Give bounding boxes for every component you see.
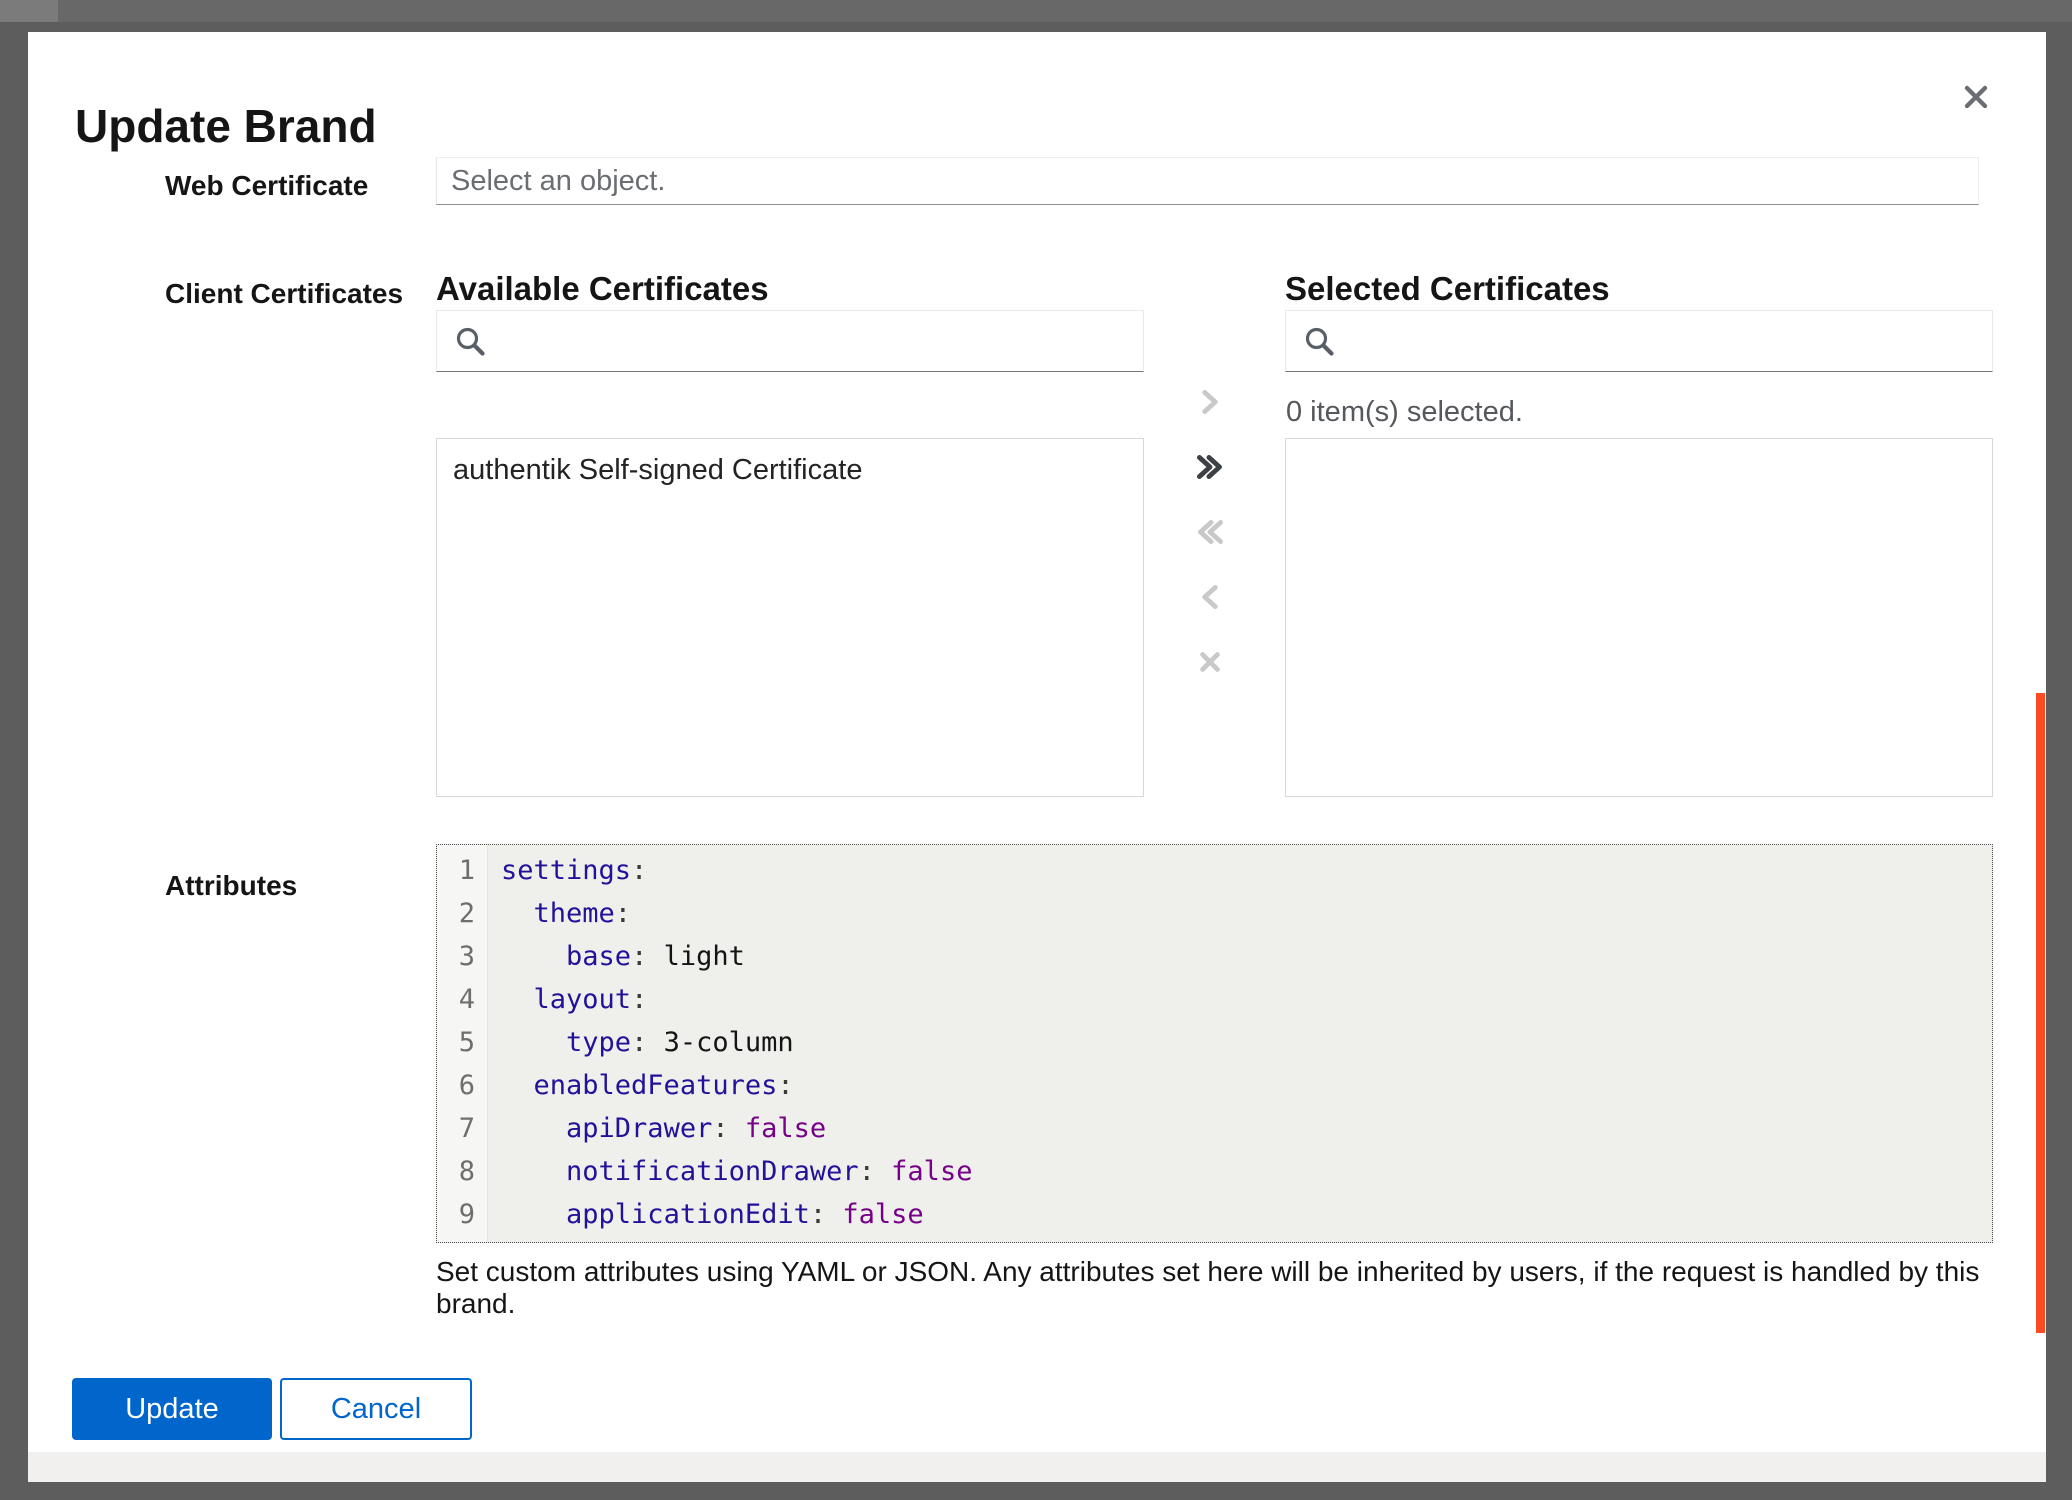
angle-right-icon: [1192, 386, 1228, 421]
code-line: 3 base: light: [437, 935, 1992, 978]
web-certificate-select[interactable]: [436, 157, 1979, 205]
yaml-key: base: [566, 941, 631, 972]
yaml-key: enabledFeatures: [534, 1070, 778, 1101]
yaml-key: settings: [501, 855, 631, 886]
modal-bottom-strip: [28, 1452, 2046, 1482]
line-number: 9: [437, 1193, 487, 1236]
yaml-colon: :: [712, 1113, 728, 1144]
selected-certificates-heading: Selected Certificates: [1285, 270, 1610, 308]
line-number: 7: [437, 1107, 487, 1150]
code-text: enabledFeatures:: [487, 1064, 794, 1107]
line-number: 1: [437, 849, 487, 892]
yaml-key: theme: [534, 898, 615, 929]
line-number: 2: [437, 892, 487, 935]
search-icon: [454, 325, 488, 364]
move-selected-left-button[interactable]: [1188, 576, 1232, 620]
yaml-value: false: [842, 1199, 923, 1230]
backdrop-corner: [0, 0, 58, 22]
close-button[interactable]: [1948, 70, 2004, 126]
remove-all-button[interactable]: [1188, 641, 1232, 685]
yaml-key: type: [566, 1027, 631, 1058]
selected-count-status: 0 item(s) selected.: [1286, 396, 1523, 429]
move-all-right-button[interactable]: [1188, 446, 1232, 490]
move-all-left-button[interactable]: [1188, 511, 1232, 555]
transfer-controls: [1188, 381, 1232, 685]
line-number: 4: [437, 978, 487, 1021]
code-text: settings:: [487, 849, 647, 892]
code-line: 9 applicationEdit: false: [437, 1193, 1992, 1236]
yaml-key: notificationDrawer: [566, 1156, 859, 1187]
web-certificate-label: Web Certificate: [165, 170, 368, 202]
code-line: 8 notificationDrawer: false: [437, 1150, 1992, 1193]
yaml-colon: :: [631, 855, 647, 886]
available-certificates-list: authentik Self-signed Certificate: [436, 438, 1144, 797]
code-text: type: 3-column: [487, 1021, 794, 1064]
yaml-colon: :: [777, 1070, 793, 1101]
yaml-key: layout: [534, 984, 632, 1015]
available-search-input[interactable]: [499, 312, 1133, 370]
search-icon: [1303, 325, 1337, 364]
modal-title: Update Brand: [75, 99, 377, 153]
move-selected-right-button[interactable]: [1188, 381, 1232, 425]
screen: Update Brand Web Certificate Client Cert…: [0, 0, 2072, 1500]
yaml-value: light: [664, 941, 745, 972]
yaml-value: false: [891, 1156, 972, 1187]
line-number: 6: [437, 1064, 487, 1107]
available-search: [436, 310, 1144, 372]
yaml-colon: :: [859, 1156, 875, 1187]
backdrop-band: [0, 0, 2072, 22]
line-number: 3: [437, 935, 487, 978]
code-rows: 1settings:2 theme:3 base: light4 layout:…: [437, 845, 1992, 1236]
close-icon: [1959, 80, 1993, 117]
yaml-colon: :: [631, 941, 647, 972]
code-line: 4 layout:: [437, 978, 1992, 1021]
yaml-colon: :: [631, 984, 647, 1015]
attributes-label: Attributes: [165, 870, 297, 902]
client-certificates-label: Client Certificates: [165, 278, 403, 310]
double-angle-left-icon: [1192, 516, 1228, 551]
double-angle-right-icon: [1192, 451, 1228, 486]
yaml-value: false: [745, 1113, 826, 1144]
update-button[interactable]: Update: [72, 1378, 272, 1440]
code-line: 5 type: 3-column: [437, 1021, 1992, 1064]
update-brand-modal: Update Brand Web Certificate Client Cert…: [28, 32, 2046, 1482]
selected-certificates-list: [1285, 438, 1993, 797]
yaml-key: applicationEdit: [566, 1199, 810, 1230]
code-text: notificationDrawer: false: [487, 1150, 972, 1193]
times-icon: [1192, 646, 1228, 681]
code-line: 2 theme:: [437, 892, 1992, 935]
angle-left-icon: [1192, 581, 1228, 616]
selected-search: [1285, 310, 1993, 372]
line-number: 8: [437, 1150, 487, 1193]
attributes-code-editor[interactable]: 1settings:2 theme:3 base: light4 layout:…: [436, 844, 1993, 1243]
alert-accent-bar: [2036, 693, 2045, 1333]
yaml-colon: :: [631, 1027, 647, 1058]
code-line: 6 enabledFeatures:: [437, 1064, 1992, 1107]
selected-search-input[interactable]: [1348, 312, 1982, 370]
attributes-help-text: Set custom attributes using YAML or JSON…: [436, 1256, 1998, 1320]
yaml-key: apiDrawer: [566, 1113, 712, 1144]
line-number: 5: [437, 1021, 487, 1064]
code-line: 7 apiDrawer: false: [437, 1107, 1992, 1150]
code-text: theme:: [487, 892, 631, 935]
code-line: 1settings:: [437, 849, 1992, 892]
yaml-value: 3-column: [664, 1027, 794, 1058]
available-certificates-heading: Available Certificates: [436, 270, 769, 308]
code-text: apiDrawer: false: [487, 1107, 826, 1150]
yaml-colon: :: [810, 1199, 826, 1230]
code-text: layout:: [487, 978, 647, 1021]
code-text: applicationEdit: false: [487, 1193, 924, 1236]
cancel-button[interactable]: Cancel: [280, 1378, 472, 1440]
list-item[interactable]: authentik Self-signed Certificate: [437, 439, 1143, 502]
code-text: base: light: [487, 935, 745, 978]
yaml-colon: :: [615, 898, 631, 929]
